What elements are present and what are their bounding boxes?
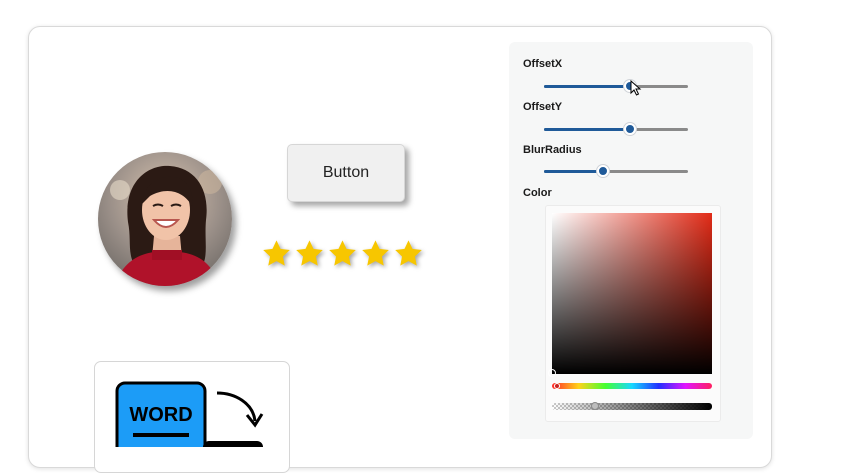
- avatar: [98, 152, 232, 286]
- blur-radius-slider-thumb[interactable]: [597, 165, 610, 177]
- portrait-image: [98, 152, 232, 286]
- word-document-icon: WORD: [115, 381, 264, 447]
- hue-slider-thumb[interactable]: [554, 383, 560, 389]
- star-icon[interactable]: [294, 238, 325, 269]
- hue-slider[interactable]: [552, 383, 712, 389]
- offset-x-label: OffsetX: [523, 58, 563, 70]
- star-icon[interactable]: [261, 238, 292, 269]
- word-icon-label: WORD: [129, 404, 192, 426]
- alpha-slider[interactable]: [552, 403, 712, 410]
- star-rating[interactable]: [261, 238, 425, 272]
- color-label: Color: [523, 187, 552, 199]
- offset-y-slider[interactable]: [544, 123, 688, 135]
- star-icon[interactable]: [393, 238, 424, 269]
- color-spectrum[interactable]: [552, 213, 712, 374]
- star-icon[interactable]: [360, 238, 391, 269]
- offset-y-label: OffsetY: [523, 101, 563, 113]
- demo-button[interactable]: Button: [287, 144, 405, 202]
- star-icon[interactable]: [327, 238, 358, 269]
- blur-radius-label: BlurRadius: [523, 144, 582, 156]
- blur-radius-slider[interactable]: [544, 165, 688, 177]
- alpha-slider-thumb[interactable]: [591, 402, 599, 410]
- mouse-cursor-icon: [630, 80, 642, 96]
- color-spectrum-handle[interactable]: [548, 369, 556, 377]
- offset-x-slider[interactable]: [544, 80, 688, 92]
- offset-y-slider-thumb[interactable]: [624, 123, 637, 135]
